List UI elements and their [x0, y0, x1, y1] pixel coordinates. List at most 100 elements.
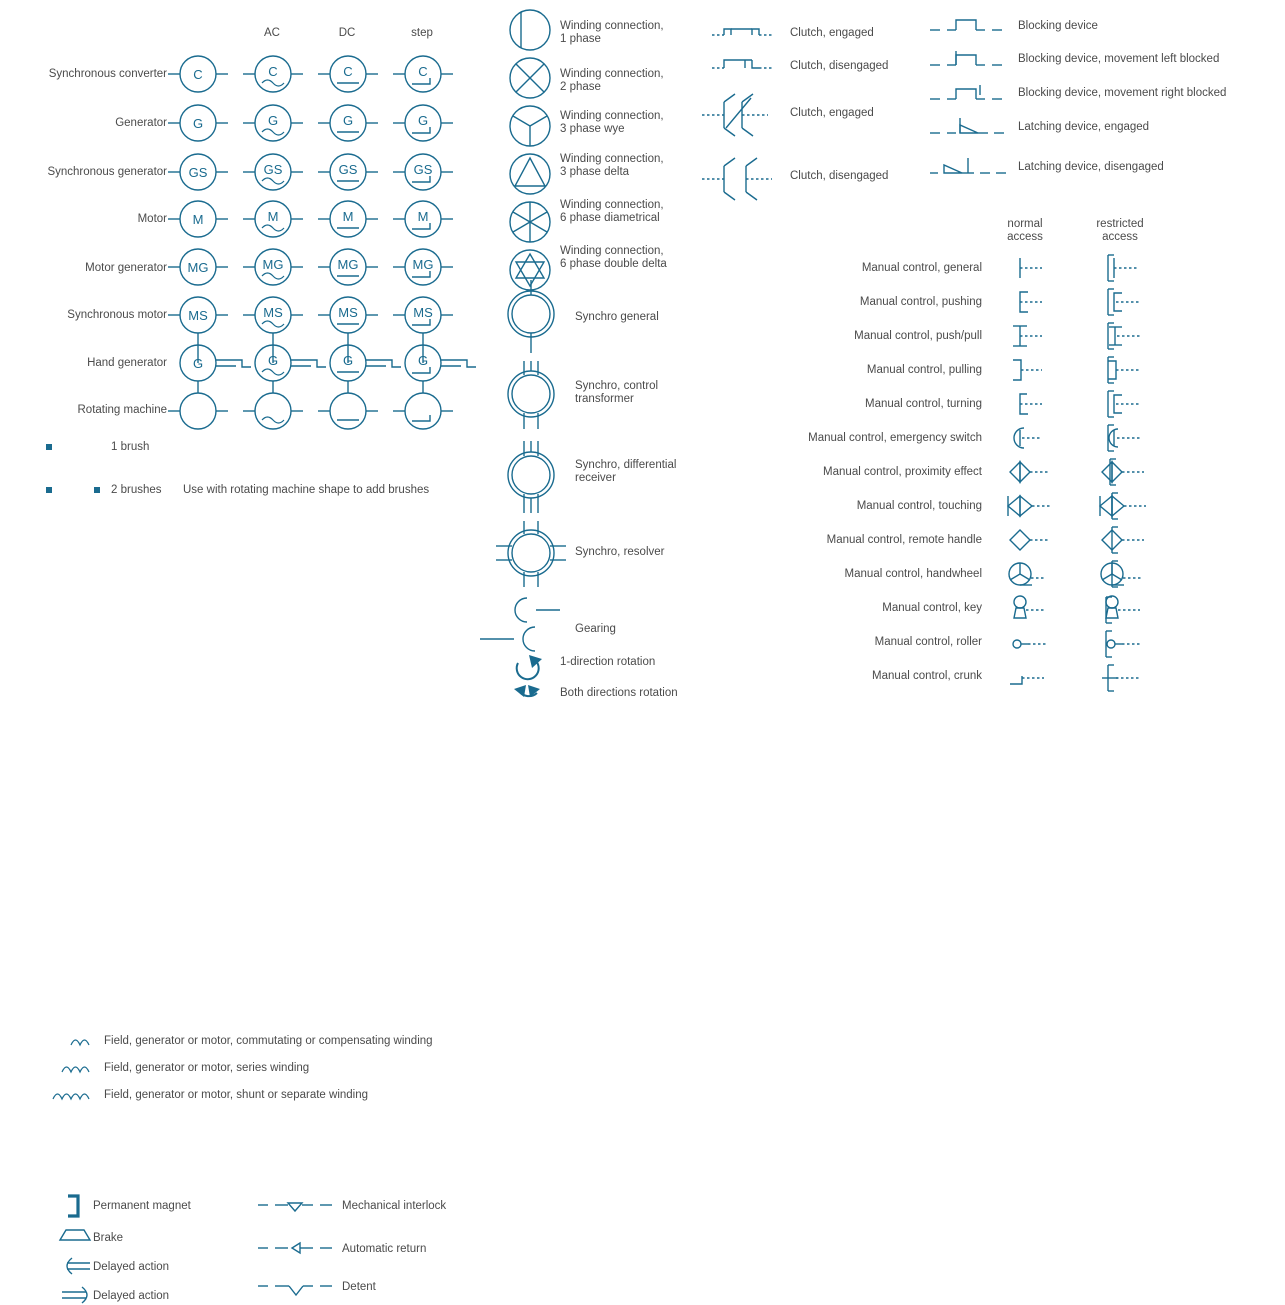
- manual-pushpull-restricted-icon: [1107, 322, 1140, 350]
- symbol-hand-generator-step: G: [404, 344, 477, 393]
- manual-emergency-restricted-icon: [1107, 424, 1140, 452]
- one-direction-rotation-icon: [515, 655, 542, 681]
- symbol-motor-step: M: [392, 200, 454, 238]
- brush-note: Use with rotating machine shape to add b…: [183, 484, 430, 496]
- svg-text:M: M: [418, 209, 429, 224]
- misc-left-label-3: Delayed action: [93, 1290, 170, 1302]
- row-label-motor: Motor: [137, 213, 167, 225]
- manual-pushpull-normal-icon: [1013, 325, 1042, 347]
- symbol-synchronous-converter-ac: C: [242, 55, 304, 93]
- manual-pushing-normal-icon: [1019, 291, 1042, 313]
- symbol-motor-dc: M: [317, 200, 379, 238]
- svg-text:M: M: [268, 209, 279, 224]
- manual-handwheel-restricted-icon: [1100, 560, 1142, 588]
- machines-table: AC DC step Synchronous converter Generat…: [0, 0, 477, 440]
- svg-text:MS: MS: [263, 305, 283, 320]
- delayed-action-right-icon: [62, 1286, 88, 1304]
- winding-4-humps-icon: [52, 1093, 90, 1101]
- svg-text:G: G: [268, 113, 278, 128]
- clutch-label-2: Clutch, engaged: [790, 107, 874, 119]
- machine-symbol-grid: C C C C G G G G GS GS GS GS M M M M MG M…: [167, 55, 477, 430]
- winding-1phase-icon: [509, 9, 551, 51]
- permanent-magnet-icon: [68, 1194, 80, 1218]
- svg-text:C: C: [418, 64, 427, 79]
- manual-label-11: Manual control, roller: [874, 636, 982, 648]
- symbol-hand-generator-ac: G: [254, 344, 327, 393]
- manual-col-header-normal: normal access: [1007, 218, 1043, 243]
- field-winding-label-2: Field, generator or motor, shunt or sepa…: [104, 1089, 369, 1101]
- svg-text:G: G: [193, 116, 203, 131]
- symbol-generator-plain: G: [167, 104, 229, 142]
- detent-icon: [258, 1285, 332, 1297]
- winding-6phase-double-delta-icon: [509, 249, 551, 291]
- svg-text:MS: MS: [413, 305, 433, 320]
- misc-left-label-1: Brake: [93, 1232, 124, 1244]
- manual-handwheel-normal-icon: [1008, 562, 1046, 586]
- svg-text:C: C: [193, 67, 202, 82]
- svg-text:MG: MG: [188, 260, 209, 275]
- svg-text:C: C: [343, 64, 352, 79]
- winding-3phase-wye-icon: [509, 105, 551, 147]
- gearing-icon: [480, 597, 560, 652]
- manual-roller-restricted-icon: [1105, 630, 1142, 658]
- svg-text:G: G: [343, 113, 353, 128]
- symbol-synchronous-generator-plain: GS: [167, 153, 229, 191]
- winding-2-humps-icon: [70, 1039, 90, 1047]
- synchro-general-icon: [507, 280, 555, 353]
- svg-text:GS: GS: [339, 162, 358, 177]
- manual-remote-handle-normal-icon: [1009, 529, 1050, 551]
- symbol-generator-step: G: [392, 104, 454, 142]
- symbol-rotating-machine-step: [392, 392, 454, 430]
- svg-text:GS: GS: [189, 165, 208, 180]
- column-header-ac: AC: [264, 27, 280, 39]
- blocking-label-3: Latching device, engaged: [1018, 121, 1150, 133]
- delayed-action-left-icon: [66, 1257, 90, 1275]
- symbol-motor-ac: M: [242, 200, 304, 238]
- winding-6phase-diametrical-icon: [509, 201, 551, 243]
- symbol-rotating-machine-plain: [167, 392, 229, 430]
- symbol-hand-generator-plain: G: [179, 344, 252, 393]
- column-header-step: step: [411, 27, 433, 39]
- synchro-label-1: Synchro, control transformer: [575, 380, 659, 405]
- manual-remote-handle-restricted-icon: [1101, 526, 1144, 554]
- manual-key-restricted-icon: [1105, 595, 1140, 624]
- symbol-motor-generator-dc: MG: [317, 248, 379, 286]
- row-label-rotating-machine: Rotating machine: [77, 404, 168, 416]
- manual-normal-access-symbols: [1006, 258, 1052, 685]
- clutch-engaged-jaw-icon: [702, 93, 768, 137]
- winding-3phase-delta-icon: [509, 153, 551, 195]
- row-label-synchronous-generator: Synchronous generator: [47, 166, 167, 178]
- symbol-generator-dc: G: [317, 104, 379, 142]
- blocking-label-1: Blocking device, movement left blocked: [1018, 53, 1220, 65]
- manual-roller-normal-icon: [1012, 639, 1046, 649]
- row-label-hand-generator: Hand generator: [87, 357, 167, 369]
- manual-label-7: Manual control, touching: [856, 500, 982, 512]
- manual-pushing-restricted-icon: [1107, 288, 1140, 316]
- symbol-motor-plain: M: [167, 200, 229, 238]
- symbol-synchronous-motor-dc: MS: [317, 296, 379, 345]
- mechanism-label-0: Gearing: [575, 623, 616, 635]
- brake-icon: [58, 1229, 92, 1241]
- symbol-synchronous-generator-step: GS: [392, 153, 454, 191]
- synchro-label-3: Synchro, resolver: [575, 546, 665, 558]
- symbol-synchronous-converter-dc: C: [317, 55, 379, 93]
- synchro-resolver-icon: [496, 521, 566, 587]
- manual-label-1: Manual control, pushing: [859, 296, 982, 308]
- winding-3-humps-icon: [61, 1066, 90, 1074]
- synchro-control-transformer-icon: [507, 361, 555, 429]
- manual-label-8: Manual control, remote handle: [826, 534, 982, 546]
- clutch-label-1: Clutch, disengaged: [790, 60, 889, 72]
- clutch-disengaged-box-icon: [712, 59, 772, 69]
- latching-device-disengaged-icon: [930, 158, 1006, 174]
- manual-crunk-normal-icon: [1010, 676, 1044, 685]
- svg-text:MG: MG: [338, 257, 359, 272]
- misc-right-label-2: Detent: [342, 1281, 376, 1293]
- field-winding-label-1: Field, generator or motor, series windin…: [104, 1062, 310, 1074]
- column-header-dc: DC: [338, 27, 356, 39]
- manual-label-3: Manual control, pulling: [866, 364, 982, 376]
- winding-label-4: Winding connection, 6 phase diametrical: [560, 199, 664, 224]
- row-label-synchronous-converter: Synchronous converter: [48, 68, 167, 80]
- row-label-generator: Generator: [115, 117, 167, 129]
- blocking-label-2: Blocking device, movement right blocked: [1018, 87, 1227, 99]
- manual-pulling-normal-icon: [1013, 359, 1042, 381]
